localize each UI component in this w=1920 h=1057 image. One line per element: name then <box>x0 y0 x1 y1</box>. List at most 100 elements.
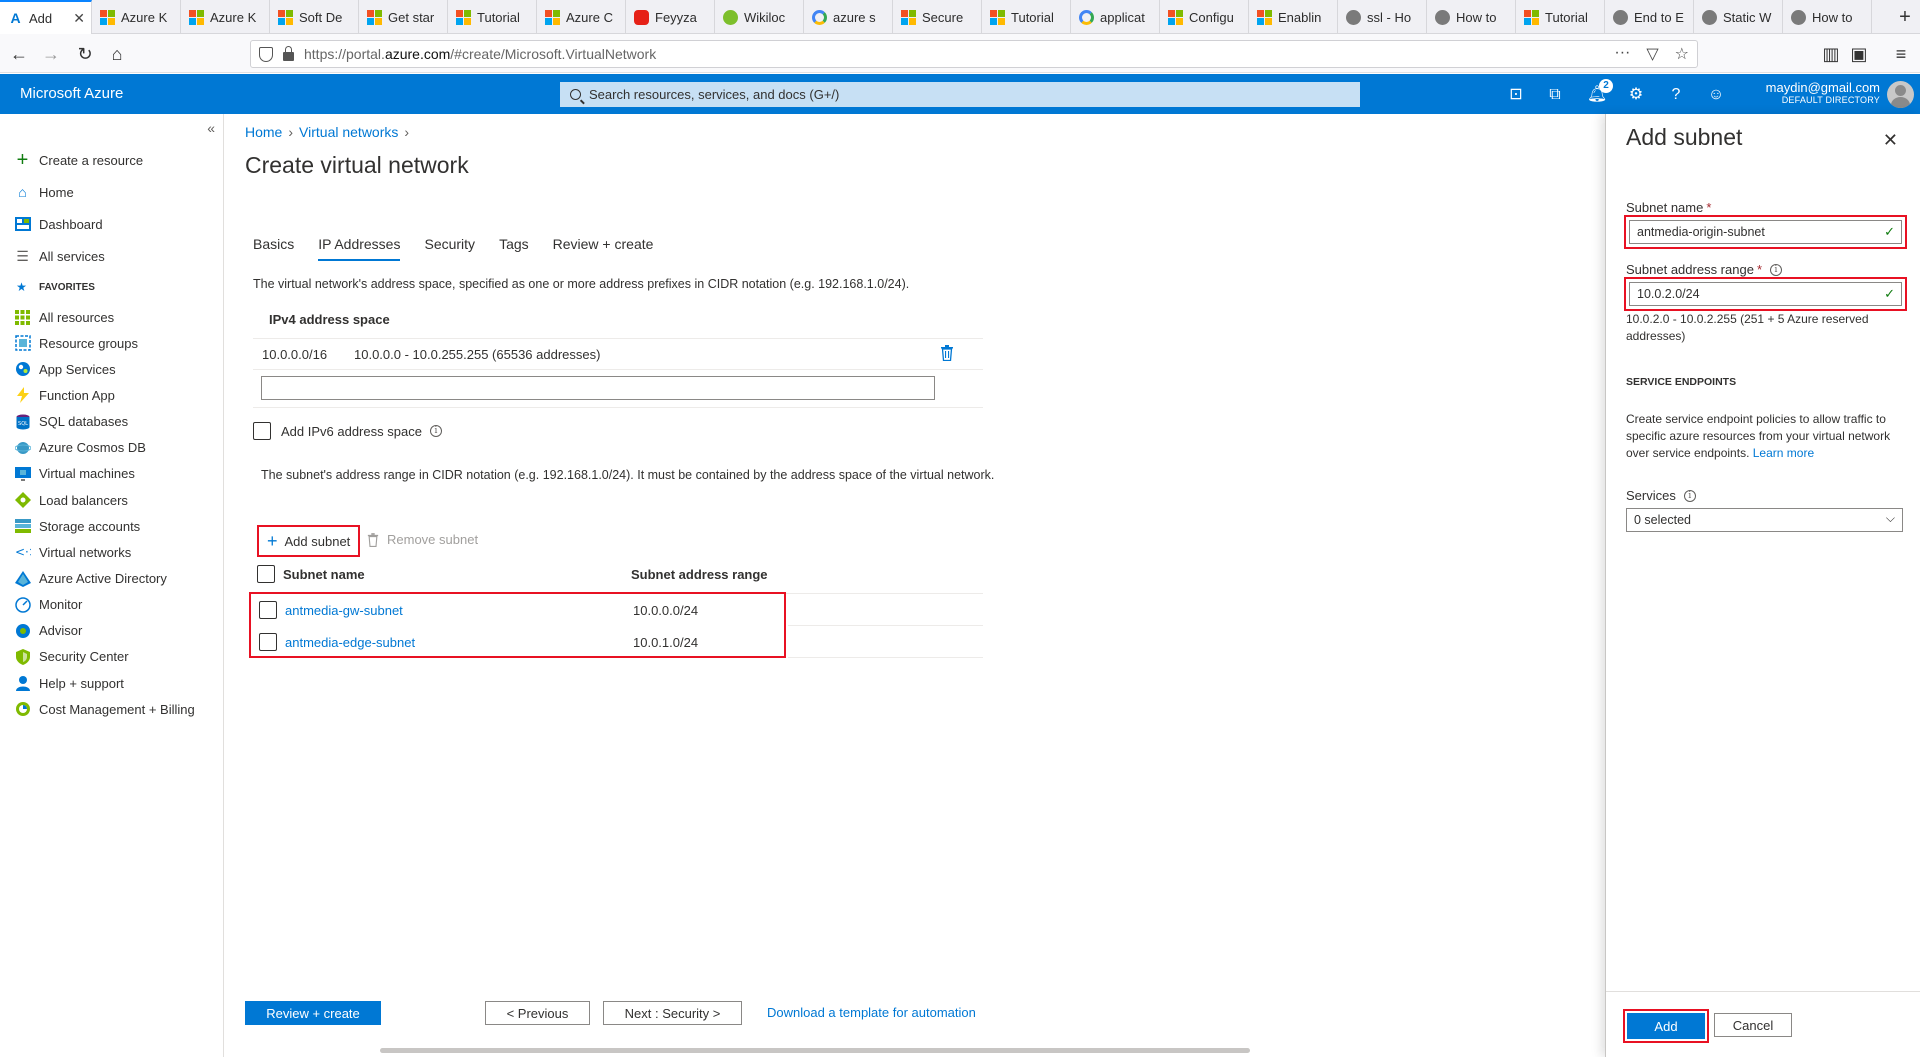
browser-tab[interactable]: Tutorial <box>448 0 537 34</box>
table-row[interactable]: antmedia-gw-subnet 10.0.0.0/24 <box>259 601 698 619</box>
feedback-smiley-icon[interactable]: ☺︎ <box>1705 84 1727 106</box>
close-tab-icon[interactable]: ✕ <box>73 10 85 27</box>
browser-tab[interactable]: applicat <box>1071 0 1160 34</box>
browser-tab[interactable]: Secure <box>893 0 982 34</box>
breadcrumb-home[interactable]: Home <box>245 124 282 140</box>
services-dropdown[interactable]: 0 selected ⌵ <box>1626 508 1903 532</box>
browser-tab-label: Configu <box>1189 9 1234 25</box>
collapse-sidebar-icon[interactable]: « <box>207 120 215 136</box>
page-actions-icon[interactable]: ··· <box>1614 44 1630 64</box>
user-account[interactable]: maydin@gmail.com DEFAULT DIRECTORY <box>1766 80 1880 105</box>
nav-resource-groups[interactable]: Resource groups <box>14 332 138 354</box>
browser-tab[interactable]: How to <box>1783 0 1872 34</box>
nav-virtual-machines[interactable]: Virtual machines <box>14 463 135 485</box>
browser-tab[interactable]: A Add ✕ <box>0 0 92 34</box>
subnet-name-link[interactable]: antmedia-gw-subnet <box>285 603 633 618</box>
directory-filter-icon[interactable]: ⧉ <box>1544 84 1566 106</box>
tab-tags[interactable]: Tags <box>499 236 529 261</box>
browser-tab[interactable]: azure s <box>804 0 893 34</box>
subnet-name-input[interactable]: antmedia-origin-subnet ✓ <box>1629 220 1902 244</box>
sidebar-icon[interactable]: ▣ <box>1846 41 1872 67</box>
browser-tab[interactable]: Static W <box>1694 0 1783 34</box>
close-icon[interactable]: ✕ <box>1883 130 1898 151</box>
tab-basics[interactable]: Basics <box>253 236 294 261</box>
new-tab-button[interactable]: + <box>1890 0 1920 34</box>
bookmark-star-icon[interactable]: ☆ <box>1675 44 1689 64</box>
browser-tab[interactable]: Azure K <box>181 0 270 34</box>
nav-monitor[interactable]: Monitor <box>14 594 82 616</box>
browser-tab[interactable]: Feyyza <box>626 0 715 34</box>
browser-tab[interactable]: Get star <box>359 0 448 34</box>
back-icon[interactable]: ← <box>6 41 32 67</box>
info-icon[interactable]: i <box>429 425 442 437</box>
forward-icon[interactable]: → <box>38 41 64 67</box>
home-icon[interactable]: ⌂ <box>104 41 130 67</box>
ipv6-checkbox[interactable] <box>253 422 271 440</box>
subnet-name-link[interactable]: antmedia-edge-subnet <box>285 635 633 650</box>
browser-tab[interactable]: Wikiloc <box>715 0 804 34</box>
browser-tab[interactable]: How to <box>1427 0 1516 34</box>
tab-security[interactable]: Security <box>424 236 475 261</box>
subnet-range-input[interactable]: 10.0.2.0/24 ✓ <box>1629 282 1902 306</box>
nav-dashboard[interactable]: Dashboard <box>14 213 103 235</box>
menu-icon[interactable]: ≡ <box>1888 41 1914 67</box>
avatar[interactable] <box>1887 81 1914 108</box>
azure-brand[interactable]: Microsoft Azure <box>20 85 123 102</box>
cancel-button[interactable]: Cancel <box>1714 1013 1792 1037</box>
remove-subnet-button[interactable]: Remove subnet <box>367 532 478 547</box>
info-icon[interactable]: i <box>1683 489 1696 502</box>
row-checkbox[interactable] <box>259 601 277 619</box>
row-checkbox[interactable] <box>259 633 277 651</box>
browser-tab[interactable]: ssl - Ho <box>1338 0 1427 34</box>
nav-sql-databases[interactable]: SQL SQL databases <box>14 411 128 433</box>
download-template-link[interactable]: Download a template for automation <box>767 1005 976 1020</box>
horizontal-scrollbar[interactable] <box>380 1048 1250 1053</box>
nav-load-balancers[interactable]: Load balancers <box>14 489 128 511</box>
global-search-input[interactable]: Search resources, services, and docs (G+… <box>560 82 1360 107</box>
nav-virtual-networks[interactable]: <·> Virtual networks <box>14 541 132 563</box>
pocket-icon[interactable]: ▽ <box>1646 44 1658 64</box>
nav-home[interactable]: ⌂ Home <box>14 181 73 203</box>
nav-app-services[interactable]: App Services <box>14 358 116 380</box>
nav-all-resources[interactable]: All resources <box>14 306 114 328</box>
settings-gear-icon[interactable]: ⚙︎ <box>1625 84 1647 106</box>
nav-cost-management-billing[interactable]: Cost Management + Billing <box>14 698 195 720</box>
tab-ip-addresses[interactable]: IP Addresses <box>318 236 401 261</box>
breadcrumb-virtual-networks[interactable]: Virtual networks <box>299 124 398 140</box>
nav-security-center[interactable]: Security Center <box>14 646 129 668</box>
url-bar[interactable]: https://portal. azure.com/#create/Microso… <box>250 40 1698 68</box>
nav-storage-accounts[interactable]: Storage accounts <box>14 515 140 537</box>
nav-create-resource[interactable]: + Create a resource <box>14 149 143 171</box>
tab-review-create[interactable]: Review + create <box>553 236 654 261</box>
notifications-icon[interactable]: 🔔︎ 2 <box>1586 79 1613 106</box>
browser-tab[interactable]: Soft De <box>270 0 359 34</box>
learn-more-link[interactable]: Learn more <box>1753 446 1814 460</box>
trash-icon[interactable] <box>940 345 956 362</box>
info-icon[interactable]: i <box>1770 263 1782 276</box>
select-all-checkbox[interactable] <box>257 565 275 583</box>
browser-tab[interactable]: Azure C <box>537 0 626 34</box>
browser-tab[interactable]: Configu <box>1160 0 1249 34</box>
browser-tab[interactable]: Tutorial <box>982 0 1071 34</box>
add-button[interactable]: Add <box>1627 1013 1705 1039</box>
address-space-input[interactable] <box>261 376 935 400</box>
help-icon[interactable]: ? <box>1665 84 1687 106</box>
reload-icon[interactable]: ↻ <box>72 41 98 67</box>
nav-advisor[interactable]: Advisor <box>14 620 82 642</box>
nav-all-services[interactable]: ☰ All services <box>14 245 105 267</box>
table-row[interactable]: antmedia-edge-subnet 10.0.1.0/24 <box>259 633 698 651</box>
library-icon[interactable]: ▥ <box>1818 41 1844 67</box>
next-security-button[interactable]: Next : Security > <box>603 1001 742 1025</box>
nav-azure-active-directory[interactable]: Azure Active Directory <box>14 568 167 590</box>
nav-help-support[interactable]: Help + support <box>14 672 124 694</box>
review-create-button[interactable]: Review + create <box>245 1001 381 1025</box>
browser-tab[interactable]: Enablin <box>1249 0 1338 34</box>
browser-tab[interactable]: Tutorial <box>1516 0 1605 34</box>
add-subnet-button[interactable]: + Add subnet <box>257 525 361 557</box>
nav-function-app[interactable]: Function App <box>14 384 115 406</box>
previous-button[interactable]: < Previous <box>485 1001 590 1025</box>
browser-tab[interactable]: End to E <box>1605 0 1694 34</box>
nav-azure-cosmos-db[interactable]: Azure Cosmos DB <box>14 437 146 459</box>
browser-tab[interactable]: Azure K <box>92 0 181 34</box>
cloud-shell-icon[interactable]: ⊡ <box>1505 84 1527 106</box>
